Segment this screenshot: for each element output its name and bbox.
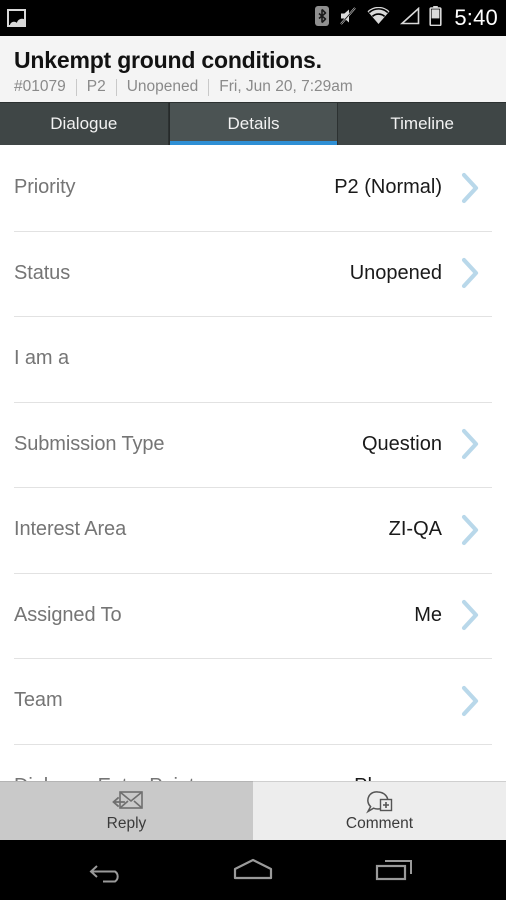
detail-row: I am a: [0, 316, 506, 402]
reply-envelope-icon: [110, 789, 144, 815]
image-icon: [7, 9, 26, 27]
detail-row-label: Interest Area: [14, 518, 127, 541]
chevron-right-icon[interactable]: [448, 513, 492, 547]
app-screen: 5:40 Unkempt ground conditions. #01079 P…: [0, 0, 506, 900]
row-divider: [14, 230, 492, 232]
wifi-icon: [367, 6, 390, 30]
battery-icon: [429, 5, 442, 31]
chevron-right-icon[interactable]: [448, 598, 492, 632]
ticket-header: Unkempt ground conditions. #01079 P2 Uno…: [0, 36, 506, 102]
row-divider: [14, 658, 492, 659]
meta-separator: [75, 78, 77, 96]
ticket-priority: P2: [86, 78, 106, 96]
comment-label: Comment: [345, 815, 414, 833]
comment-button[interactable]: Comment: [253, 781, 506, 840]
detail-row-label: Priority: [14, 176, 76, 199]
detail-row-value: Me: [414, 603, 442, 626]
row-divider: [14, 572, 492, 574]
home-icon[interactable]: [218, 848, 288, 892]
ticket-meta: #01079 P2 Unopened Fri, Jun 20, 7:29am: [14, 78, 492, 96]
tab-details[interactable]: Details: [168, 102, 339, 145]
tab-label: Details: [227, 114, 280, 133]
ticket-id: #01079: [14, 78, 66, 96]
reply-label: Reply: [106, 815, 147, 833]
detail-row-value: P2 (Normal): [334, 176, 442, 199]
detail-row[interactable]: Assigned To Me: [0, 572, 506, 658]
tab-label: Timeline: [390, 114, 454, 133]
meta-separator: [115, 78, 117, 96]
detail-row[interactable]: Team: [0, 658, 506, 744]
detail-row[interactable]: Priority P2 (Normal): [0, 145, 506, 231]
detail-row-label: Assigned To: [14, 603, 122, 626]
detail-row[interactable]: Submission Type Question: [0, 401, 506, 487]
reply-button[interactable]: Reply: [0, 781, 253, 840]
detail-row-label: I am a: [14, 347, 69, 370]
tab-dialogue[interactable]: Dialogue: [0, 102, 169, 145]
ticket-status: Unopened: [126, 78, 199, 96]
meta-separator: [208, 78, 210, 96]
page-title: Unkempt ground conditions.: [14, 46, 322, 73]
android-nav-bar: [0, 840, 506, 900]
detail-row-label: Submission Type: [14, 432, 165, 455]
recents-icon[interactable]: [360, 848, 430, 892]
detail-row-value: ZI-QA: [388, 518, 442, 541]
row-divider: [14, 401, 492, 403]
status-bar-clock: 5:40: [454, 5, 498, 30]
back-icon[interactable]: [76, 848, 146, 892]
detail-row-label: Team: [14, 689, 63, 712]
chevron-right-icon[interactable]: [448, 427, 492, 461]
volume-mute-icon: [338, 6, 358, 31]
detail-row-value: Unopened: [349, 261, 442, 284]
row-divider: [14, 487, 492, 488]
row-divider: [14, 743, 492, 745]
status-bar-notifications: [7, 9, 26, 27]
tab-label: Dialogue: [50, 114, 118, 133]
tab-timeline[interactable]: Timeline: [338, 102, 506, 145]
detail-row[interactable]: Status Unopened: [0, 230, 506, 316]
status-bar-system-icons: 5:40: [315, 5, 498, 31]
row-divider: [14, 316, 492, 317]
bluetooth-icon: [315, 5, 330, 31]
chevron-right-icon[interactable]: [448, 171, 492, 205]
detail-row[interactable]: Interest Area ZI-QA: [0, 487, 506, 573]
tab-bar: Dialogue Details Timeline: [0, 102, 506, 145]
comment-add-icon: [364, 789, 396, 815]
cell-signal-icon: [399, 6, 420, 30]
action-bar: Reply Comment: [0, 781, 506, 840]
ticket-timestamp: Fri, Jun 20, 7:29am: [219, 78, 353, 96]
status-bar: 5:40: [0, 0, 506, 36]
detail-row-value: Question: [361, 432, 442, 455]
chevron-right-icon[interactable]: [448, 684, 492, 718]
detail-row-label: Status: [14, 261, 71, 284]
chevron-right-icon[interactable]: [448, 256, 492, 290]
